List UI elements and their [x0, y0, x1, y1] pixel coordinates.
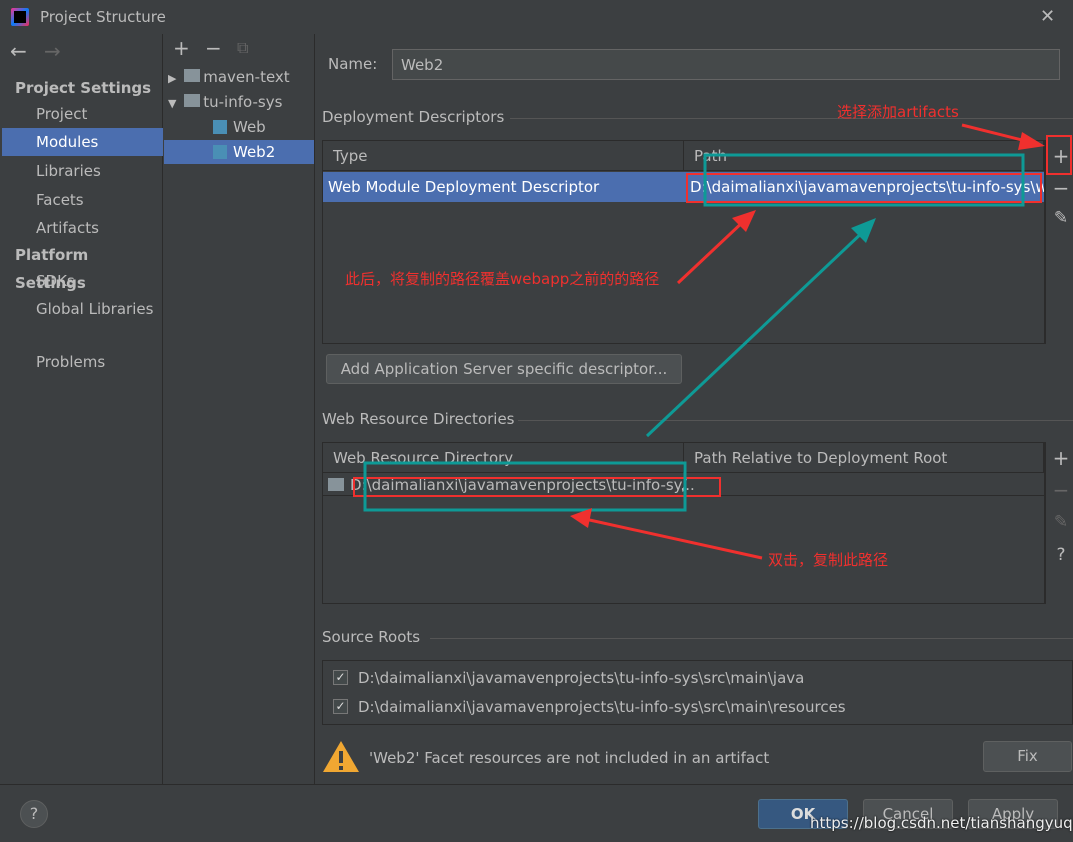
- sidebar-item-artifacts[interactable]: Artifacts: [2, 214, 163, 242]
- column-header-path-relative[interactable]: Path Relative to Deployment Root: [684, 443, 1044, 473]
- web-facet-icon: [213, 145, 227, 159]
- close-icon[interactable]: ✕: [1040, 6, 1055, 27]
- tree-item-tu-info-sys[interactable]: ▼ tu-info-sys: [168, 90, 282, 114]
- source-root-checkbox[interactable]: ✓: [333, 670, 348, 685]
- sidebar-item-modules[interactable]: Modules: [2, 128, 163, 156]
- web-resource-dir: D:\daimalianxi\javamavenprojects\tu-info…: [350, 476, 695, 494]
- table-row[interactable]: Web Module Deployment Descriptor D:\daima…: [323, 172, 1044, 202]
- annotation-select-artifacts: 选择添加artifacts: [837, 103, 959, 121]
- collapse-arrow-icon[interactable]: ▼: [168, 97, 176, 110]
- divider: [0, 784, 1073, 785]
- edit-descriptor-icon[interactable]: ✎: [1049, 208, 1073, 228]
- remove-web-resource-icon[interactable]: −: [1049, 478, 1073, 502]
- sidebar-item-facets[interactable]: Facets: [2, 186, 163, 214]
- folder-icon: [184, 69, 201, 82]
- watermark: https://blog.csdn.net/tianshangyuqin: [810, 814, 1073, 832]
- tree-item-web2[interactable]: Web2: [164, 140, 314, 164]
- source-roots-title: Source Roots: [322, 628, 421, 646]
- folder-icon: [328, 478, 344, 491]
- deployment-descriptors-title: Deployment Descriptors: [322, 108, 505, 126]
- add-descriptor-icon[interactable]: +: [1049, 144, 1073, 168]
- column-header-path[interactable]: Path: [684, 141, 1044, 171]
- add-icon[interactable]: +: [173, 36, 190, 60]
- edit-web-resource-icon[interactable]: ✎: [1049, 512, 1073, 532]
- sidebar-item-sdks[interactable]: SDKs: [2, 267, 163, 295]
- warning-text: 'Web2' Facet resources are not included …: [369, 749, 770, 767]
- descriptor-type: Web Module Deployment Descriptor: [328, 178, 600, 196]
- tree-item-maven-text[interactable]: ▶ maven-text: [168, 65, 290, 89]
- sidebar-header-platform-settings: Platform Settings: [15, 246, 89, 292]
- descriptor-toolbar: [1045, 140, 1073, 344]
- copy-icon[interactable]: ⧉: [237, 38, 248, 58]
- remove-descriptor-icon[interactable]: −: [1049, 176, 1073, 200]
- expand-arrow-icon[interactable]: ▶: [168, 72, 176, 85]
- sidebar-header-project-settings: Project Settings: [15, 79, 152, 97]
- folder-icon: [184, 94, 201, 107]
- tree-item-label: tu-info-sys: [203, 93, 283, 111]
- source-root-path: D:\daimalianxi\javamavenprojects\tu-info…: [358, 698, 846, 716]
- annotation-overwrite: 此后，将复制的路径覆盖webapp之前的的路径: [345, 270, 660, 288]
- window-title: Project Structure: [40, 8, 166, 26]
- sidebar-item-libraries[interactable]: Libraries: [2, 157, 163, 185]
- divider: [430, 638, 1073, 639]
- fix-button[interactable]: Fix: [983, 741, 1072, 772]
- forward-arrow-icon[interactable]: →: [44, 39, 61, 63]
- table-row[interactable]: D:\daimalianxi\javamavenprojects\tu-info…: [323, 474, 1044, 496]
- sidebar-item-project[interactable]: Project: [2, 100, 163, 128]
- column-header-web-resource-directory[interactable]: Web Resource Directory: [323, 443, 684, 473]
- help-icon[interactable]: ?: [1049, 545, 1073, 565]
- divider: [510, 118, 1073, 119]
- tree-item-label: maven-text: [203, 68, 290, 86]
- add-web-resource-icon[interactable]: +: [1049, 446, 1073, 470]
- add-server-descriptor-button[interactable]: Add Application Server specific descript…: [326, 354, 682, 384]
- tree-item-web[interactable]: Web: [213, 115, 266, 139]
- tree-item-label: Web: [233, 118, 266, 136]
- relative-path: /: [682, 476, 688, 494]
- intellij-logo-icon: [11, 8, 29, 26]
- source-root-checkbox[interactable]: ✓: [333, 699, 348, 714]
- warning-icon: [323, 741, 359, 772]
- web-resource-directories-title: Web Resource Directories: [322, 410, 515, 428]
- source-root-path: D:\daimalianxi\javamavenprojects\tu-info…: [358, 669, 805, 687]
- annotation-double-click: 双击，复制此路径: [768, 551, 889, 569]
- column-header-type[interactable]: Type: [323, 141, 684, 171]
- name-label: Name:: [328, 55, 378, 73]
- divider: [518, 420, 1073, 421]
- tree-item-label: Web2: [233, 143, 276, 161]
- remove-icon[interactable]: −: [205, 36, 222, 60]
- back-arrow-icon[interactable]: ←: [10, 39, 27, 63]
- help-button[interactable]: ?: [20, 800, 48, 828]
- title-bar: Project Structure ✕: [0, 0, 1073, 34]
- descriptor-path: D:\daimalianxi\javamavenprojects\tu-info…: [690, 178, 1044, 196]
- name-input[interactable]: Web2: [392, 49, 1060, 80]
- web-facet-icon: [213, 120, 227, 134]
- sidebar-item-global-libraries[interactable]: Global Libraries: [2, 295, 163, 323]
- sidebar-item-problems[interactable]: Problems: [2, 348, 163, 376]
